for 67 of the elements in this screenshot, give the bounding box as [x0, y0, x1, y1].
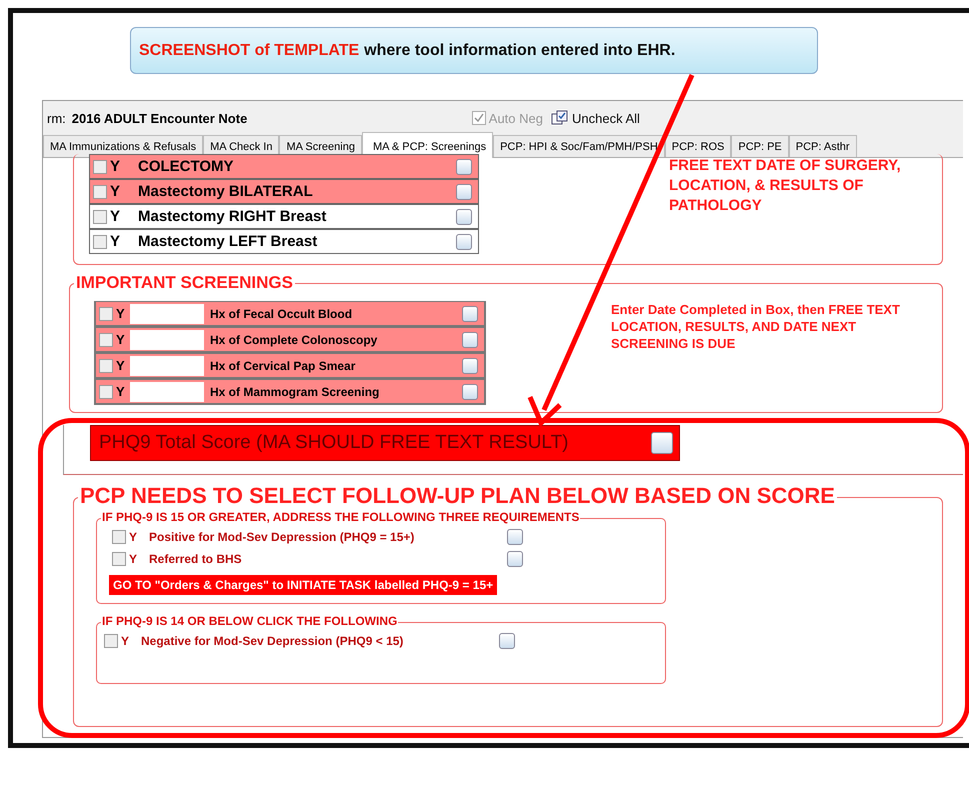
note-icon[interactable] [507, 551, 523, 567]
checkbox[interactable] [93, 210, 107, 224]
uncheck-all-button[interactable]: Uncheck All [550, 110, 640, 126]
checkbox[interactable] [99, 358, 113, 372]
note-icon[interactable] [462, 384, 478, 400]
note-icon[interactable] [462, 306, 478, 322]
tab[interactable]: MA Immunizations & Refusals [43, 135, 204, 157]
date-field[interactable] [130, 382, 204, 402]
checkbox[interactable] [104, 634, 118, 648]
checkbox[interactable] [112, 552, 126, 566]
checkbox[interactable] [93, 234, 107, 248]
screening-label: Hx of Mammogram Screening [210, 384, 380, 398]
note-icon[interactable] [651, 432, 673, 454]
surgery-label: COLECTOMY [138, 158, 235, 175]
checkbox[interactable] [99, 384, 113, 398]
note-icon[interactable] [499, 633, 515, 649]
y-label: Y [121, 634, 130, 648]
surgery-label: Mastectomy LEFT Breast [138, 233, 318, 250]
group-title: IF PHQ-9 IS 14 OR BELOW CLICK THE FOLLOWING [101, 614, 398, 628]
follow-up-label: Positive for Mod-Sev Depression (PHQ9 = 15+) [149, 530, 416, 544]
screening-instruction: Enter Date Completed in Box, then FREE TEXT LOCATION, RESULTS, AND DATE NEXT SCREENING IS DUE [611, 301, 901, 353]
surgery-instruction: FREE TEXT DATE OF SURGERY, LOCATION, & RESULTS OF PATHOLOGY [669, 156, 902, 216]
date-field[interactable] [130, 304, 204, 324]
date-field[interactable] [130, 330, 204, 350]
tab[interactable]: PCP: HPI & Soc/Fam/PMH/PSH [493, 135, 665, 157]
date-field[interactable] [130, 356, 204, 376]
note-icon[interactable] [462, 358, 478, 374]
y-label: Y [116, 332, 126, 347]
callout-text: where tool information entered into EHR. [364, 42, 676, 60]
follow-up-label: Referred to BHS [149, 552, 243, 566]
phq9-label: PHQ9 Total Score (MA SHOULD FREE TEXT RESULT) [99, 432, 568, 454]
checkbox[interactable] [99, 332, 113, 346]
note-icon[interactable] [456, 158, 472, 174]
y-label: Y [129, 530, 138, 544]
checkbox[interactable] [93, 184, 107, 198]
tab[interactable]: PCP: PE [731, 135, 789, 157]
group-title: IF PHQ-9 IS 15 OR GREATER, ADDRESS THE FOLLOWING THREE REQUIREMENTS [101, 510, 580, 524]
tab[interactable]: PCP: Asthr [788, 135, 857, 157]
checkbox[interactable] [93, 160, 107, 174]
y-label: Y [110, 233, 122, 250]
surgery-label: Mastectomy BILATERAL [138, 183, 314, 200]
y-label: Y [116, 358, 126, 373]
y-label: Y [129, 552, 138, 566]
tab[interactable]: PCP: ROS [664, 135, 732, 157]
y-label: Y [110, 208, 122, 225]
follow-up-label: Negative for Mod-Sev Depression (PHQ9 < 15) [141, 634, 404, 648]
y-label: Y [116, 384, 126, 399]
screening-label: Hx of Fecal Occult Blood [210, 306, 354, 320]
note-icon[interactable] [456, 208, 472, 224]
uncheck-all-icon [550, 110, 569, 126]
form-title: 2016 ADULT Encounter Note [72, 110, 248, 126]
alert-banner: GO TO "Orders & Charges" to INITIATE TASK labelled PHQ-9 = 15+ [109, 575, 498, 595]
note-icon[interactable] [456, 234, 472, 250]
y-label: Y [116, 306, 126, 321]
note-icon[interactable] [507, 529, 523, 545]
surgery-label: Mastectomy RIGHT Breast [138, 208, 328, 225]
callout-highlight: SCREENSHOT of TEMPLATE [139, 42, 360, 60]
y-label: Y [110, 158, 122, 175]
checkbox-icon [472, 111, 486, 125]
note-icon[interactable] [456, 184, 472, 200]
checkbox[interactable] [112, 530, 126, 544]
screening-label: Hx of Complete Colonoscopy [210, 332, 378, 346]
checkbox[interactable] [99, 306, 113, 320]
note-icon[interactable] [462, 332, 478, 348]
form-label: rm: [47, 110, 66, 126]
y-label: Y [110, 183, 122, 200]
screening-label: Hx of Cervical Pap Smear [210, 358, 356, 372]
